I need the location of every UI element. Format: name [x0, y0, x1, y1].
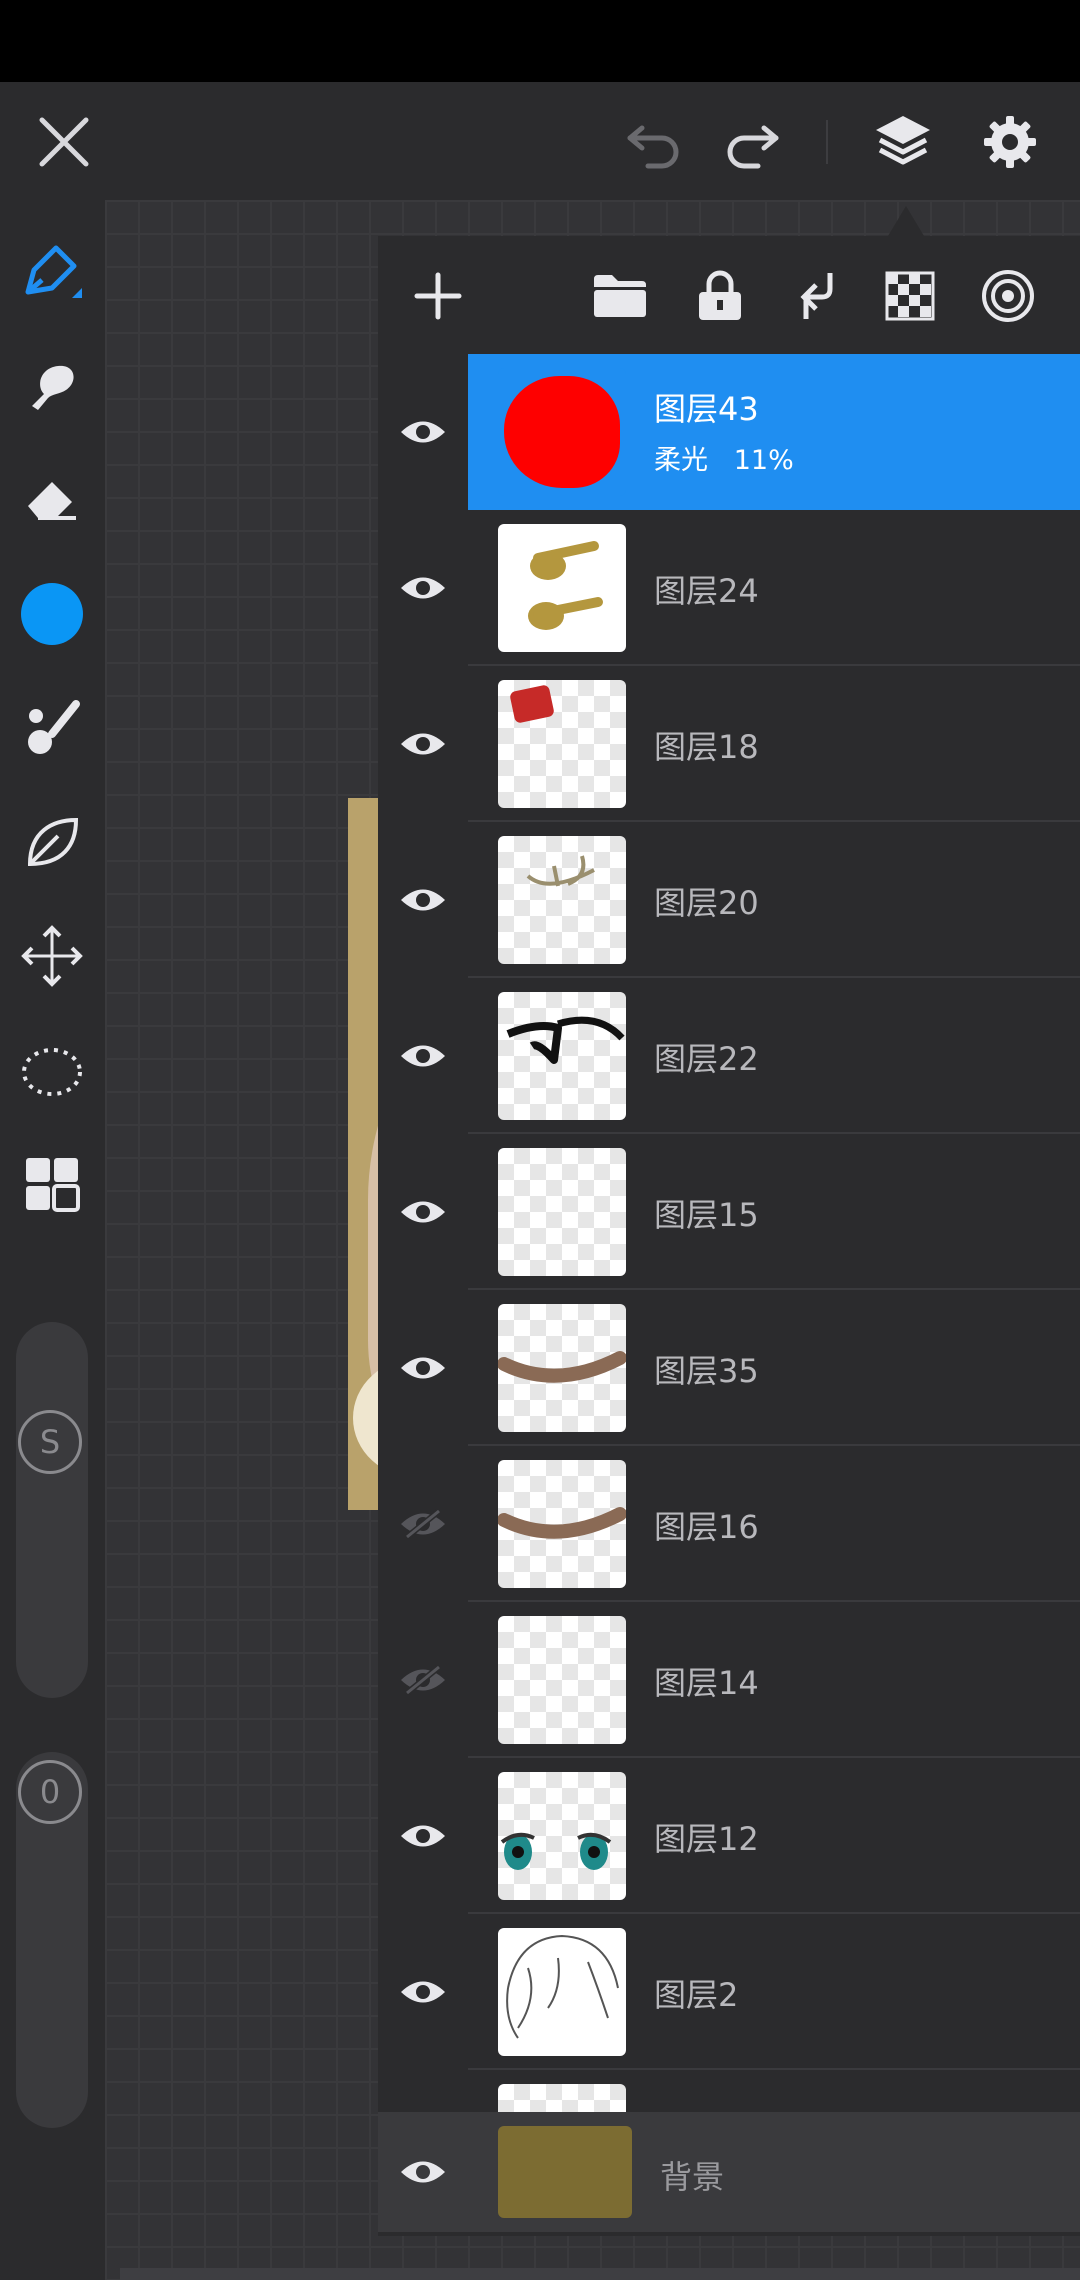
layer-thumbnail — [498, 368, 626, 496]
layer-thumbnail — [498, 1772, 626, 1900]
target-icon[interactable] — [978, 266, 1038, 326]
brush-icon[interactable] — [16, 692, 88, 764]
layer-row[interactable]: 图层20 — [378, 822, 1080, 978]
eye-icon[interactable] — [378, 1134, 468, 1290]
layer-thumbnail — [498, 836, 626, 964]
panel-pointer — [888, 206, 924, 236]
layer-name: 图层15 — [654, 1196, 759, 1234]
top-toolbar — [0, 82, 1080, 200]
layer-row[interactable]: 图层24 — [378, 510, 1080, 666]
layer-row[interactable]: 图层18 — [378, 666, 1080, 822]
smudge-icon[interactable] — [16, 350, 88, 422]
layer-blend-mode: 柔光 11% — [654, 438, 794, 477]
grid-icon[interactable] — [16, 1148, 88, 1220]
checker-icon[interactable] — [880, 266, 940, 326]
layer-row[interactable]: 图层2 — [378, 1914, 1080, 2070]
add-icon[interactable] — [408, 266, 468, 326]
layers-panel: 图层43 柔光 11% 图层24 图层18 图层20 图层22 图层15 图层3… — [378, 236, 1080, 2236]
layer-thumbnail — [498, 1148, 626, 1276]
layer-name: 图层24 — [654, 572, 759, 610]
toolbar-divider — [826, 120, 828, 164]
gear-icon[interactable] — [980, 112, 1040, 172]
layer-opacity-label: 11% — [733, 445, 794, 476]
eye-hidden-icon[interactable] — [378, 1446, 468, 1602]
background-layer-name: 背景 — [660, 2158, 725, 2196]
layer-row[interactable]: 图层22 — [378, 978, 1080, 1134]
undo-icon[interactable] — [624, 114, 684, 170]
layer-thumbnail — [498, 1460, 626, 1588]
layer-row[interactable]: 图层16 — [378, 1446, 1080, 1602]
layers-panel-toolbar — [378, 236, 1080, 356]
eye-icon[interactable] — [378, 510, 468, 666]
blend-mode-label: 柔光 — [654, 445, 708, 476]
close-icon[interactable] — [34, 112, 94, 172]
eye-icon[interactable] — [378, 354, 468, 510]
eye-hidden-icon[interactable] — [378, 1602, 468, 1758]
bottom-edge — [120, 2268, 1080, 2280]
tool-sidebar: S 0 — [0, 200, 105, 2280]
layer-name: 图层43 — [654, 390, 759, 428]
layer-thumbnail — [498, 524, 626, 652]
lock-icon[interactable] — [690, 266, 750, 326]
layer-row[interactable]: 图层14 — [378, 1602, 1080, 1758]
layer-thumbnail — [498, 992, 626, 1120]
layer-row[interactable]: 图层43 柔光 11% — [378, 354, 1080, 510]
eye-icon[interactable] — [378, 2112, 468, 2232]
layer-name: 图层20 — [654, 884, 759, 922]
layer-name: 图层22 — [654, 1040, 759, 1078]
eye-icon[interactable] — [378, 978, 468, 1134]
layer-name: 图层2 — [654, 1976, 739, 2014]
layer-thumbnail — [498, 1304, 626, 1432]
layer-name: 图层16 — [654, 1508, 759, 1546]
eraser-icon[interactable] — [16, 464, 88, 536]
brush-size-slider[interactable]: S — [16, 1322, 88, 1698]
opacity-slider-knob[interactable]: 0 — [18, 1760, 82, 1824]
layer-row[interactable]: 图层35 — [378, 1290, 1080, 1446]
layer-thumbnail — [498, 1616, 626, 1744]
color-swatch[interactable] — [16, 578, 88, 650]
layer-row[interactable]: 图层15 — [378, 1134, 1080, 1290]
size-slider-knob[interactable]: S — [18, 1410, 82, 1474]
layers-icon[interactable] — [872, 110, 934, 172]
lasso-icon[interactable] — [16, 1034, 88, 1106]
redo-icon[interactable] — [722, 114, 782, 170]
layer-row[interactable]: 图层12 — [378, 1758, 1080, 1914]
eye-icon[interactable] — [378, 1290, 468, 1446]
folder-icon[interactable] — [590, 266, 650, 326]
status-bar — [0, 0, 1080, 82]
layer-name: 图层18 — [654, 728, 759, 766]
layer-name: 图层35 — [654, 1352, 759, 1390]
layer-name: 图层12 — [654, 1820, 759, 1858]
eye-icon[interactable] — [378, 1758, 468, 1914]
layer-thumbnail — [498, 680, 626, 808]
leaf-icon[interactable] — [16, 806, 88, 878]
background-layer-row[interactable]: 背景 — [378, 2112, 1080, 2232]
layer-name: 图层14 — [654, 1664, 759, 1702]
layer-thumbnail — [498, 1928, 626, 2056]
eye-icon[interactable] — [378, 1914, 468, 2070]
pen-tool-icon[interactable] — [16, 236, 88, 308]
move-icon[interactable] — [16, 920, 88, 992]
background-color-swatch[interactable] — [498, 2126, 632, 2218]
eye-icon[interactable] — [378, 822, 468, 978]
eye-icon[interactable] — [378, 666, 468, 822]
merge-down-icon[interactable] — [786, 266, 846, 326]
brush-opacity-slider[interactable]: 0 — [16, 1752, 88, 2128]
